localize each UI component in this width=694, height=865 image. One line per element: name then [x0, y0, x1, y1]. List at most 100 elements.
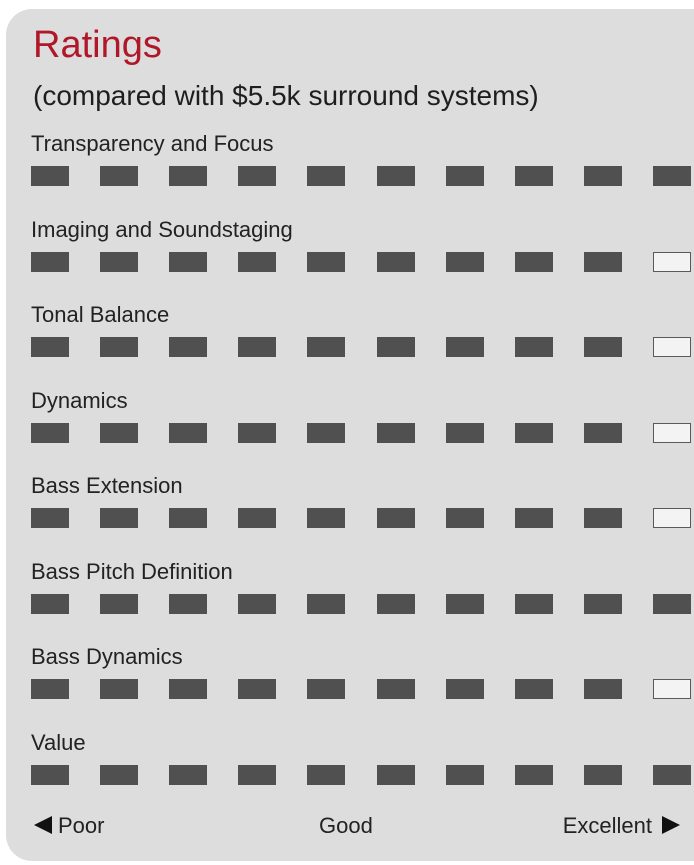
rating-squares	[31, 764, 694, 787]
rating-square-filled	[583, 422, 622, 443]
rating-label: Tonal Balance	[31, 302, 170, 327]
rating-square-filled	[238, 422, 277, 443]
rating-square-filled	[445, 764, 484, 785]
rating-square-filled	[583, 337, 622, 357]
rating-square-filled	[583, 764, 622, 785]
rating-squares	[31, 337, 694, 359]
rating-square-filled	[583, 679, 622, 699]
rating-square-empty	[652, 337, 691, 357]
scale-excellent-text: Excellent	[562, 813, 652, 838]
rating-square-filled	[238, 337, 277, 357]
scale-poor-text: Poor	[58, 813, 105, 838]
rating-square-empty	[652, 251, 691, 272]
ratings-subtitle: (compared with $5.5k surround systems)	[33, 80, 539, 111]
rating-square-filled	[514, 337, 553, 357]
rating-square-filled	[238, 166, 277, 186]
rating-square-filled	[376, 679, 415, 699]
rating-square-filled	[238, 251, 277, 272]
rating-square-filled	[583, 251, 622, 272]
rating-row: Dynamics	[6, 388, 694, 468]
rating-squares	[31, 593, 694, 616]
rating-square-filled	[31, 422, 69, 443]
rating-row: Bass Dynamics	[6, 644, 694, 724]
rating-square-filled	[307, 764, 346, 785]
rating-square-filled	[31, 251, 69, 272]
rating-square-filled	[514, 764, 553, 785]
rating-square-filled	[307, 593, 346, 614]
rating-label: Bass Pitch Definition	[31, 558, 233, 584]
rating-square-filled	[376, 593, 415, 614]
rating-square-filled	[169, 251, 208, 272]
rating-square-filled	[169, 166, 208, 186]
rating-row: Value	[6, 730, 694, 810]
rating-square-filled	[376, 422, 415, 443]
rating-square-filled	[100, 422, 139, 443]
rating-square-filled	[652, 593, 691, 614]
rating-square-filled	[238, 508, 277, 528]
rating-square-filled	[169, 593, 208, 614]
rating-square-filled	[169, 422, 208, 443]
rating-square-filled	[445, 251, 484, 272]
rating-square-filled	[31, 166, 69, 186]
rating-label: Bass Dynamics	[31, 644, 183, 669]
rating-square-filled	[514, 593, 553, 614]
rating-row: Transparency and Focus	[6, 131, 694, 211]
rating-square-filled	[169, 764, 208, 785]
rating-square-filled	[31, 508, 69, 528]
rating-square-filled	[238, 679, 277, 699]
ratings-title: Ratings	[33, 24, 162, 66]
rating-square-filled	[100, 764, 139, 785]
rating-square-filled	[169, 337, 208, 357]
rating-squares	[31, 166, 694, 188]
rating-label: Value	[31, 729, 86, 755]
rating-row: Bass Extension	[6, 473, 694, 553]
ratings-card: Ratings (compared with $5.5k surround sy…	[6, 9, 694, 861]
rating-square-filled	[31, 764, 69, 785]
rating-square-filled	[514, 422, 553, 443]
rating-square-empty	[652, 679, 691, 699]
scale-excellent-label: Excellent	[563, 811, 682, 841]
rating-square-filled	[100, 251, 139, 272]
scale-poor-label: Poor	[32, 811, 104, 841]
rating-square-filled	[100, 337, 139, 357]
rating-square-filled	[514, 251, 553, 272]
left-arrow-icon	[32, 814, 54, 836]
rating-squares	[31, 422, 694, 445]
rating-square-filled	[31, 593, 69, 614]
rating-square-filled	[445, 166, 484, 186]
rating-square-filled	[376, 337, 415, 357]
rating-square-filled	[583, 166, 622, 186]
scale-good-label: Good	[319, 813, 373, 838]
rating-square-filled	[583, 508, 622, 528]
rating-square-filled	[238, 764, 277, 785]
rating-row: Tonal Balance	[6, 302, 694, 382]
rating-square-filled	[652, 166, 691, 186]
rating-square-filled	[376, 251, 415, 272]
rating-square-filled	[445, 337, 484, 357]
rating-row: Imaging and Soundstaging	[6, 217, 694, 297]
rating-label: Imaging and Soundstaging	[31, 216, 293, 242]
rating-square-filled	[652, 764, 691, 785]
rating-square-filled	[307, 251, 346, 272]
rating-scale: Poor Good Excellent	[6, 811, 694, 841]
rating-label: Dynamics	[31, 387, 128, 413]
rating-square-filled	[445, 508, 484, 528]
rating-square-filled	[307, 337, 346, 357]
rating-square-filled	[376, 764, 415, 785]
rating-square-empty	[652, 422, 691, 443]
rating-square-filled	[514, 166, 553, 186]
rating-squares	[31, 251, 694, 274]
rating-squares	[31, 508, 694, 530]
rating-square-filled	[307, 166, 346, 186]
rating-square-filled	[445, 422, 484, 443]
rating-square-filled	[445, 593, 484, 614]
rating-square-filled	[514, 508, 553, 528]
rating-square-filled	[583, 593, 622, 614]
rating-square-filled	[376, 166, 415, 186]
right-arrow-icon	[660, 814, 682, 836]
rating-square-filled	[100, 508, 139, 528]
rating-square-filled	[100, 166, 139, 186]
rating-square-filled	[307, 422, 346, 443]
rating-square-filled	[169, 679, 208, 699]
rating-row: Bass Pitch Definition	[6, 559, 694, 639]
